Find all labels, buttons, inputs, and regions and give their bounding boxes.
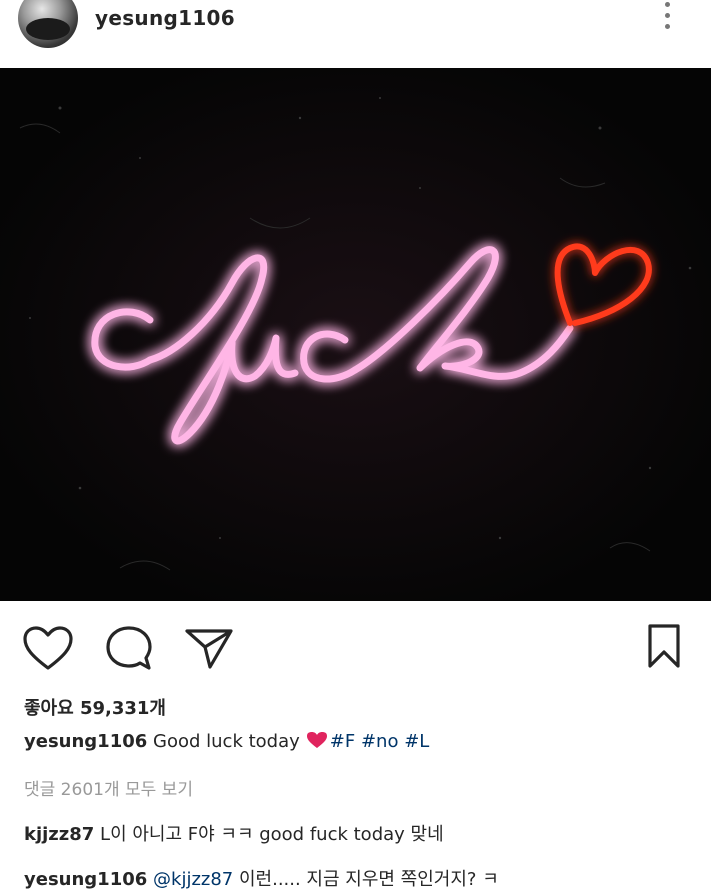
heart-icon[interactable] (22, 625, 74, 673)
comment-username[interactable]: kjjzz87 (24, 824, 94, 845)
comment-bubble-icon[interactable] (104, 625, 154, 671)
hashtag-f[interactable]: #F (330, 731, 355, 752)
likes-count[interactable]: 좋아요 59,331개 (24, 694, 166, 720)
view-all-comments-link[interactable]: 댓글 2601개 모두 보기 (24, 775, 193, 800)
neon-sign-image (0, 68, 711, 601)
caption-username[interactable]: yesung1106 (24, 731, 147, 752)
comment-text: L이 아니고 F야 ㅋㅋ good fuck today 맞네 (100, 824, 444, 845)
post-username[interactable]: yesung1106 (95, 6, 235, 30)
hashtag-no[interactable]: #no (361, 731, 399, 752)
bookmark-icon[interactable] (646, 623, 682, 669)
post-actions (0, 601, 711, 686)
comment-item: yesung1106 @kjjzz87 이런..... 지금 지우면 쪽인거지?… (24, 865, 499, 891)
paper-plane-icon[interactable] (184, 625, 234, 671)
caption-text: Good luck today (153, 731, 300, 752)
comment-item: kjjzz87 L이 아니고 F야 ㅋㅋ good fuck today 맞네 (24, 820, 444, 846)
avatar[interactable] (18, 0, 78, 48)
more-vertical-icon[interactable] (658, 2, 678, 36)
post-caption: yesung1106 Good luck today #F #no #L (24, 731, 429, 752)
post-header: yesung1106 (0, 0, 711, 68)
comment-mention[interactable]: @kjjzz87 (153, 869, 233, 890)
post-image[interactable] (0, 68, 711, 601)
comment-text: 이런..... 지금 지우면 쪽인거지? ㅋ (238, 869, 499, 890)
comment-username[interactable]: yesung1106 (24, 869, 147, 890)
hashtag-l[interactable]: #L (404, 731, 429, 752)
red-heart-emoji-icon (306, 732, 327, 748)
